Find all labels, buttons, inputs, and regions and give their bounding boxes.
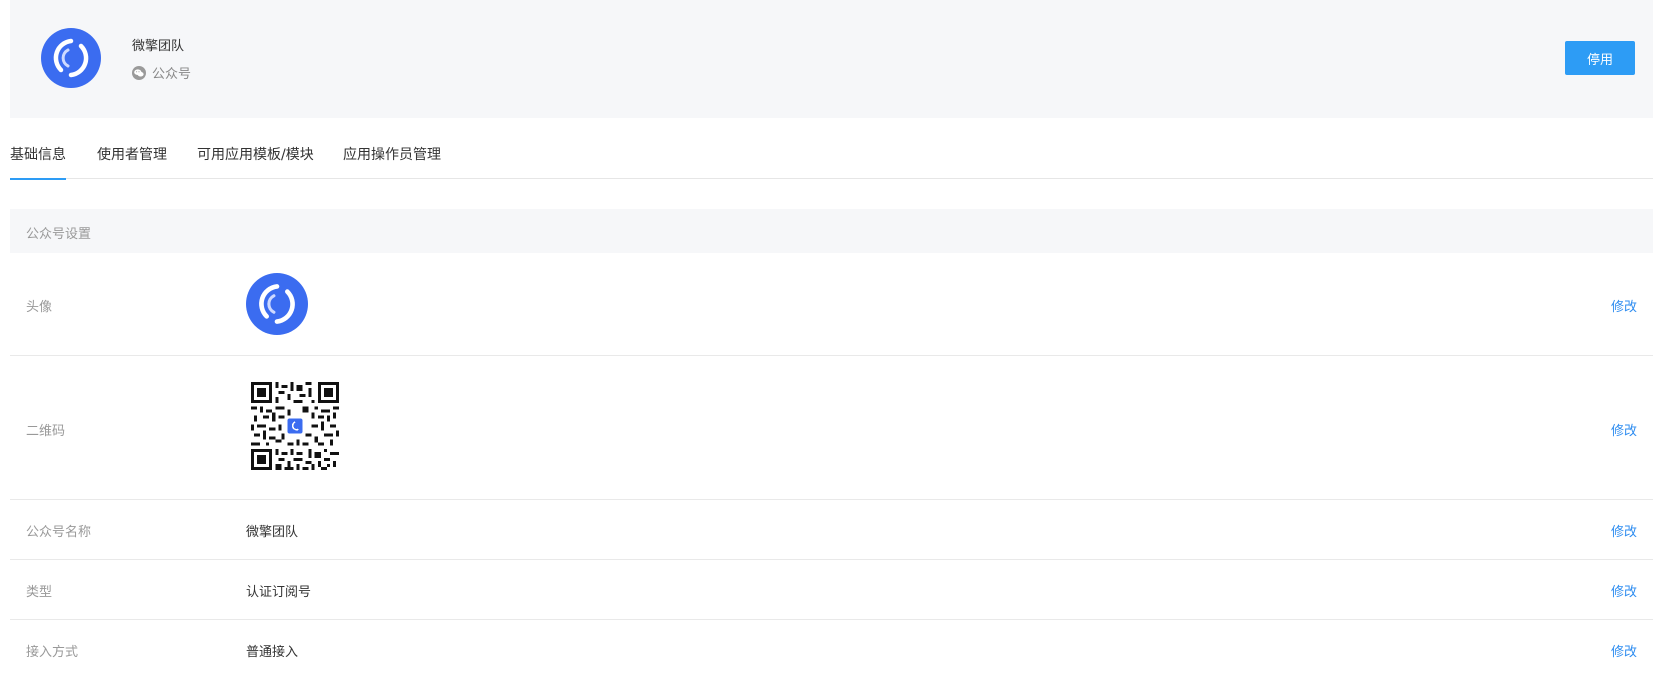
row-label: 头像 bbox=[26, 300, 53, 315]
tab-operators[interactable]: 应用操作员管理 bbox=[343, 144, 441, 164]
row-value: 认证订阅号 bbox=[246, 585, 312, 600]
row-account-name: 公众号名称 微擎团队 修改 bbox=[10, 500, 1653, 560]
active-tab-indicator bbox=[10, 178, 66, 180]
tab-basic-info[interactable]: 基础信息 bbox=[10, 144, 66, 180]
tab-basic-info-label: 基础信息 bbox=[10, 147, 66, 163]
row-access-method: 接入方式 普通接入 修改 bbox=[10, 620, 1653, 680]
row-account-type: 类型 认证订阅号 修改 bbox=[10, 560, 1653, 620]
account-type: 公众号 bbox=[132, 63, 191, 82]
tab-users[interactable]: 使用者管理 bbox=[97, 144, 167, 164]
edit-type-link[interactable]: 修改 bbox=[1611, 581, 1637, 600]
account-logo-icon bbox=[41, 28, 101, 88]
edit-avatar-link[interactable]: 修改 bbox=[1611, 296, 1637, 315]
edit-qrcode-link[interactable]: 修改 bbox=[1611, 420, 1637, 439]
row-label: 公众号名称 bbox=[26, 525, 92, 540]
wechat-icon bbox=[132, 65, 146, 80]
edit-access-link[interactable]: 修改 bbox=[1611, 641, 1637, 660]
avatar-image bbox=[246, 273, 308, 335]
row-value: 微擎团队 bbox=[246, 525, 299, 540]
edit-name-link[interactable]: 修改 bbox=[1611, 521, 1637, 540]
row-value: 普通接入 bbox=[246, 645, 299, 660]
row-avatar: 头像 修改 bbox=[10, 253, 1653, 356]
section-header: 公众号设置 bbox=[10, 209, 1653, 253]
row-label: 二维码 bbox=[26, 424, 66, 439]
row-qrcode: 二维码 修改 bbox=[10, 356, 1653, 500]
disable-button[interactable]: 停用 bbox=[1565, 41, 1635, 75]
account-name: 微擎团队 bbox=[132, 39, 185, 54]
section-title: 公众号设置 bbox=[26, 227, 92, 242]
account-header: 微擎团队 公众号 停用 bbox=[10, 0, 1653, 118]
tab-templates-modules[interactable]: 可用应用模板/模块 bbox=[197, 144, 314, 164]
qrcode-image bbox=[251, 382, 339, 470]
account-type-label: 公众号 bbox=[152, 67, 192, 82]
row-label: 接入方式 bbox=[26, 645, 79, 660]
row-label: 类型 bbox=[26, 585, 53, 600]
tab-bar: 基础信息 使用者管理 可用应用模板/模块 应用操作员管理 bbox=[10, 118, 1653, 180]
